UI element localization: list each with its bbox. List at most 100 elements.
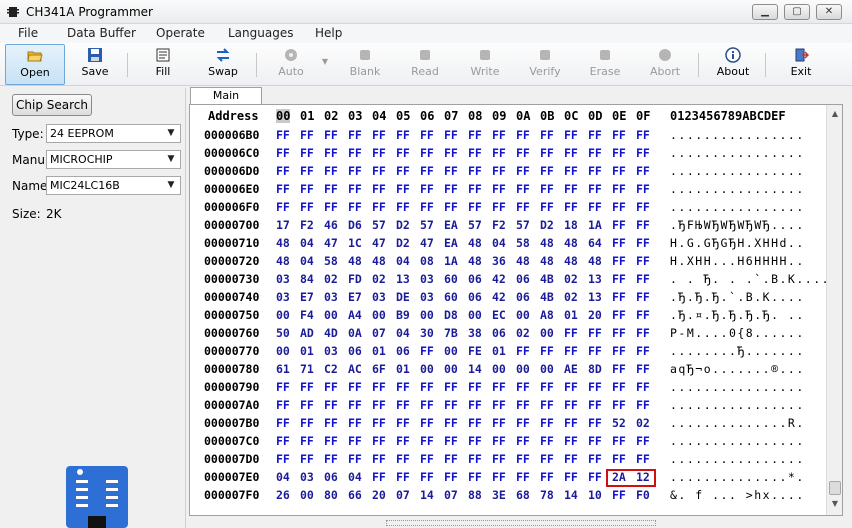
hex-byte-cell[interactable]: 42 — [492, 272, 512, 286]
hex-byte-cell[interactable]: FF — [540, 344, 560, 358]
hex-byte-cell[interactable]: 01 — [372, 344, 392, 358]
hex-byte-cell[interactable]: 06 — [468, 290, 488, 304]
hex-byte-cell[interactable]: FF — [612, 218, 632, 232]
hex-byte-cell[interactable]: FF — [396, 182, 416, 196]
hex-byte-cell[interactable]: FF — [612, 254, 632, 268]
hex-byte-cell[interactable]: 48 — [564, 254, 584, 268]
hex-byte-cell[interactable]: 4B — [540, 290, 560, 304]
hex-byte-cell[interactable]: 6F — [372, 362, 392, 376]
scroll-down-arrow-icon[interactable]: ▼ — [828, 497, 842, 511]
hex-byte-cell[interactable]: FF — [540, 470, 560, 484]
hex-byte-cell[interactable]: 64 — [588, 236, 608, 250]
hex-byte-cell[interactable]: AD — [300, 326, 320, 340]
hex-byte-cell[interactable]: FF — [636, 236, 656, 250]
hex-byte-cell[interactable]: FF — [588, 200, 608, 214]
hex-byte-cell[interactable]: FF — [420, 128, 440, 142]
hex-byte-cell[interactable]: FF — [540, 380, 560, 394]
hex-byte-cell[interactable]: FF — [444, 452, 464, 466]
hex-byte-cell[interactable]: FF — [396, 416, 416, 430]
hex-byte-cell[interactable]: 13 — [588, 272, 608, 286]
hex-byte-cell[interactable]: FF — [300, 146, 320, 160]
hex-byte-cell[interactable]: FF — [636, 200, 656, 214]
hex-byte-cell[interactable]: FF — [372, 200, 392, 214]
hex-byte-cell[interactable]: 13 — [588, 290, 608, 304]
hex-byte-cell[interactable]: FF — [372, 470, 392, 484]
hex-byte-cell[interactable]: FF — [612, 182, 632, 196]
hex-byte-cell[interactable]: FF — [372, 146, 392, 160]
hex-byte-cell[interactable]: 48 — [564, 236, 584, 250]
hex-byte-cell[interactable]: FF — [612, 488, 632, 502]
hex-byte-cell[interactable]: A4 — [348, 308, 368, 322]
hex-byte-cell[interactable]: D2 — [396, 218, 416, 232]
hex-byte-cell[interactable]: 47 — [324, 236, 344, 250]
hex-byte-cell[interactable]: FF — [348, 128, 368, 142]
hex-byte-cell[interactable]: 01 — [492, 344, 512, 358]
hex-byte-cell[interactable]: B9 — [396, 308, 416, 322]
hex-byte-cell[interactable]: FF — [468, 182, 488, 196]
hex-byte-cell[interactable]: 20 — [588, 308, 608, 322]
hex-byte-cell[interactable]: 10 — [588, 488, 608, 502]
hex-byte-cell[interactable]: FF — [564, 182, 584, 196]
hex-byte-cell[interactable]: FF — [612, 308, 632, 322]
hex-byte-cell[interactable]: 06 — [516, 290, 536, 304]
hex-byte-cell[interactable]: FF — [540, 434, 560, 448]
hex-byte-cell[interactable]: FF — [468, 200, 488, 214]
scroll-up-arrow-icon[interactable]: ▲ — [828, 107, 842, 121]
hex-byte-cell[interactable]: FF — [276, 452, 296, 466]
hex-byte-cell[interactable]: FF — [468, 380, 488, 394]
hex-byte-cell[interactable]: D6 — [348, 218, 368, 232]
hex-byte-cell[interactable]: FF — [348, 164, 368, 178]
hex-byte-cell[interactable]: FF — [276, 434, 296, 448]
hex-byte-cell[interactable]: FF — [612, 380, 632, 394]
hex-byte-cell[interactable]: FF — [324, 200, 344, 214]
hex-byte-cell[interactable]: FF — [516, 200, 536, 214]
tab-main-memory[interactable]: Main Memory — [190, 87, 262, 118]
hex-byte-cell[interactable]: FF — [612, 164, 632, 178]
write-button[interactable]: Write — [462, 44, 508, 85]
ascii-cell[interactable]: aqЂ¬o.......®... — [670, 362, 805, 376]
hex-byte-cell[interactable]: 04 — [276, 470, 296, 484]
hex-byte-cell[interactable]: 38 — [468, 326, 488, 340]
hex-byte-cell[interactable]: FF — [324, 452, 344, 466]
menu-languages[interactable]: Languages — [228, 26, 293, 40]
hex-byte-cell[interactable]: 03 — [324, 290, 344, 304]
menu-file[interactable]: File — [18, 26, 38, 40]
hex-byte-cell[interactable]: EC — [492, 308, 512, 322]
hex-byte-cell[interactable]: 48 — [540, 254, 560, 268]
hex-byte-cell[interactable]: FF — [396, 164, 416, 178]
hex-byte-cell[interactable]: 58 — [324, 254, 344, 268]
hex-byte-cell[interactable]: 00 — [444, 344, 464, 358]
hex-byte-cell[interactable]: FF — [612, 434, 632, 448]
hex-byte-cell[interactable]: FF — [468, 452, 488, 466]
scroll-thumb[interactable] — [829, 481, 841, 495]
hex-byte-cell[interactable]: 14 — [420, 488, 440, 502]
hex-byte-cell[interactable]: 06 — [348, 344, 368, 358]
hex-byte-cell[interactable]: FF — [588, 452, 608, 466]
hex-byte-cell[interactable]: FF — [468, 416, 488, 430]
hex-byte-cell[interactable]: FF — [516, 146, 536, 160]
hex-byte-cell[interactable]: AC — [348, 362, 368, 376]
hex-byte-cell[interactable]: FF — [588, 470, 608, 484]
hex-byte-cell[interactable]: FF — [636, 218, 656, 232]
hex-byte-cell[interactable]: 00 — [540, 326, 560, 340]
hex-byte-cell[interactable]: FF — [588, 398, 608, 412]
hex-byte-cell[interactable]: FF — [636, 146, 656, 160]
hex-byte-cell[interactable]: FF — [636, 434, 656, 448]
hex-byte-cell[interactable]: FF — [372, 416, 392, 430]
hex-byte-cell[interactable]: FF — [444, 200, 464, 214]
hex-byte-cell[interactable]: FF — [564, 398, 584, 412]
hex-byte-cell[interactable]: FF — [564, 416, 584, 430]
panel-splitter[interactable] — [386, 520, 656, 526]
hex-byte-cell[interactable]: FF — [420, 416, 440, 430]
auto-button[interactable]: Auto — [268, 44, 314, 85]
hex-byte-cell[interactable]: FF — [300, 128, 320, 142]
minimize-button[interactable]: ▁ — [752, 4, 778, 20]
hex-byte-cell[interactable]: FF — [372, 452, 392, 466]
hex-byte-cell[interactable]: 48 — [276, 236, 296, 250]
ascii-cell[interactable]: ................ — [670, 128, 805, 142]
hex-byte-cell[interactable]: 00 — [372, 308, 392, 322]
hex-byte-cell[interactable]: FF — [444, 434, 464, 448]
hex-byte-cell[interactable]: FF — [492, 146, 512, 160]
verify-button[interactable]: Verify — [522, 44, 568, 85]
hex-byte-cell[interactable]: FF — [300, 452, 320, 466]
